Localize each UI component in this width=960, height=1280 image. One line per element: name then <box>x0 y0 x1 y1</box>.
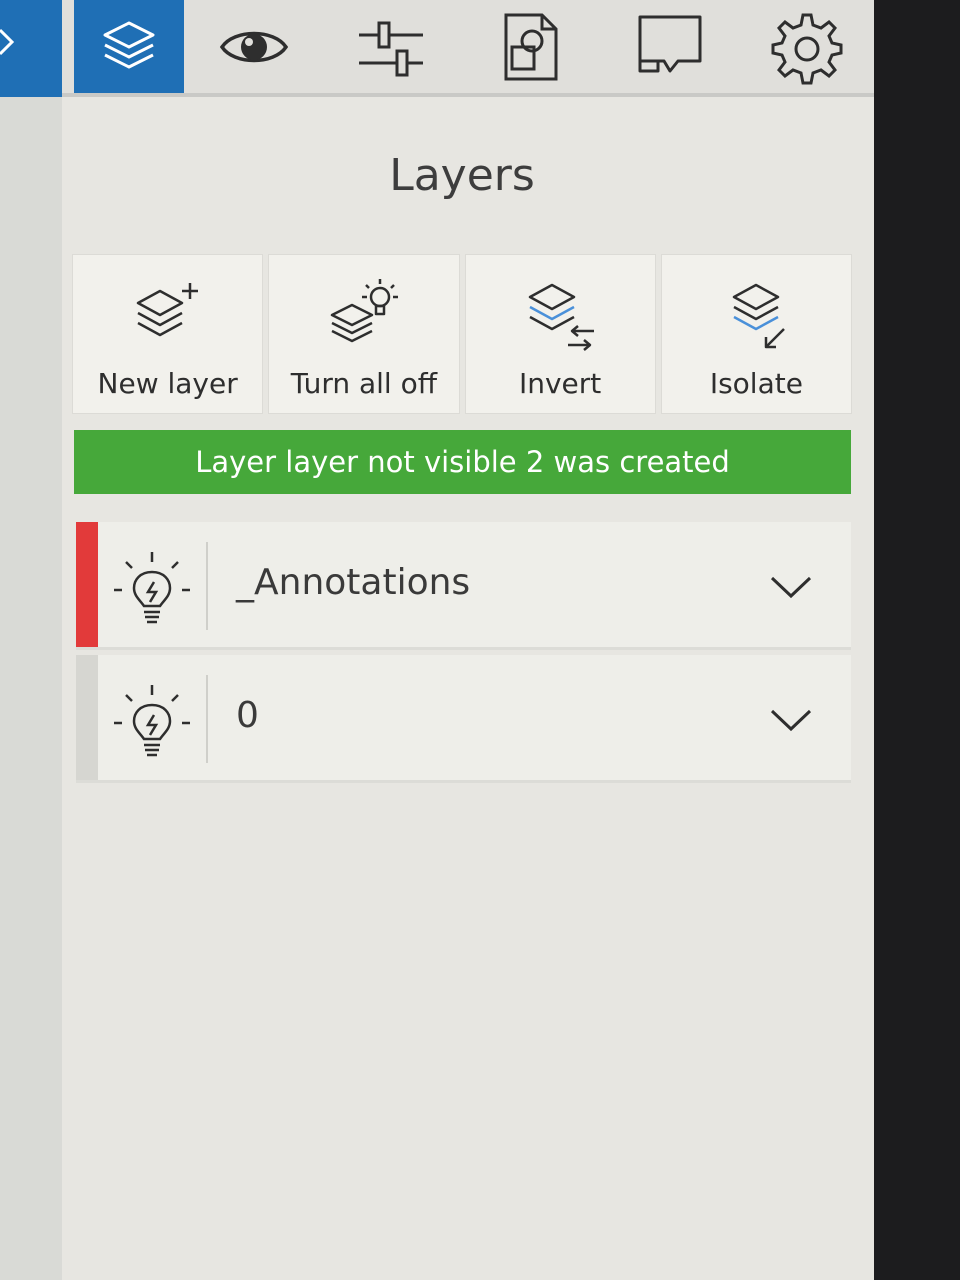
toolbar-layers-button[interactable] <box>74 0 184 93</box>
panel-title: Layers <box>389 150 535 201</box>
new-layer-label: New layer <box>97 367 238 400</box>
notification-banner: Layer layer not visible 2 was created <box>74 430 851 494</box>
chevron-down-icon[interactable] <box>766 566 816 606</box>
turn-all-off-label: Turn all off <box>290 367 438 400</box>
lightbulb-icon[interactable] <box>108 677 196 765</box>
isolate-label: Isolate <box>709 367 803 400</box>
layer-color-marker <box>76 522 98 647</box>
device-bezel <box>874 0 960 1280</box>
invert-button[interactable]: Invert <box>464 254 656 414</box>
eye-icon <box>219 31 289 62</box>
layers-icon <box>103 21 155 68</box>
toolbar-settings-button[interactable] <box>752 0 862 93</box>
toolbar-sheets-button[interactable] <box>475 0 585 93</box>
chevron-down-icon[interactable] <box>766 699 816 739</box>
canvas-strip <box>0 0 62 1280</box>
layers-panel: Layers New layer Turn all off Invert Iso… <box>62 0 874 1280</box>
gear-icon <box>771 13 843 84</box>
turn-all-off-button[interactable]: Turn all off <box>268 254 460 414</box>
toolbar-visibility-button[interactable] <box>199 0 309 93</box>
layer-name: 0 <box>236 695 259 736</box>
toolbar-properties-button[interactable] <box>336 0 446 93</box>
isolate-icon <box>733 283 786 349</box>
document-shapes-icon <box>504 13 558 80</box>
expand-chevron-icon[interactable] <box>0 22 32 62</box>
layer-name: _Annotations <box>236 562 471 603</box>
sliders-icon <box>359 21 423 76</box>
row-divider <box>206 542 208 630</box>
lightbulb-icon[interactable] <box>108 544 196 632</box>
layer-row[interactable]: _Annotations <box>76 522 851 650</box>
layer-row[interactable]: 0 <box>76 655 851 783</box>
turn-all-off-icon <box>330 279 398 343</box>
new-layer-icon <box>136 283 198 337</box>
new-layer-button[interactable]: New layer <box>72 254 264 414</box>
invert-icon <box>528 283 595 351</box>
panel-toolbar <box>62 0 874 97</box>
comment-icon <box>638 15 702 72</box>
layer-color-marker <box>76 655 98 780</box>
row-divider <box>206 675 208 763</box>
toolbar-markup-button[interactable] <box>615 0 725 93</box>
invert-label: Invert <box>518 367 602 400</box>
isolate-button[interactable]: Isolate <box>660 254 852 414</box>
layer-actions: New layer Turn all off Invert Isolate <box>72 254 852 414</box>
